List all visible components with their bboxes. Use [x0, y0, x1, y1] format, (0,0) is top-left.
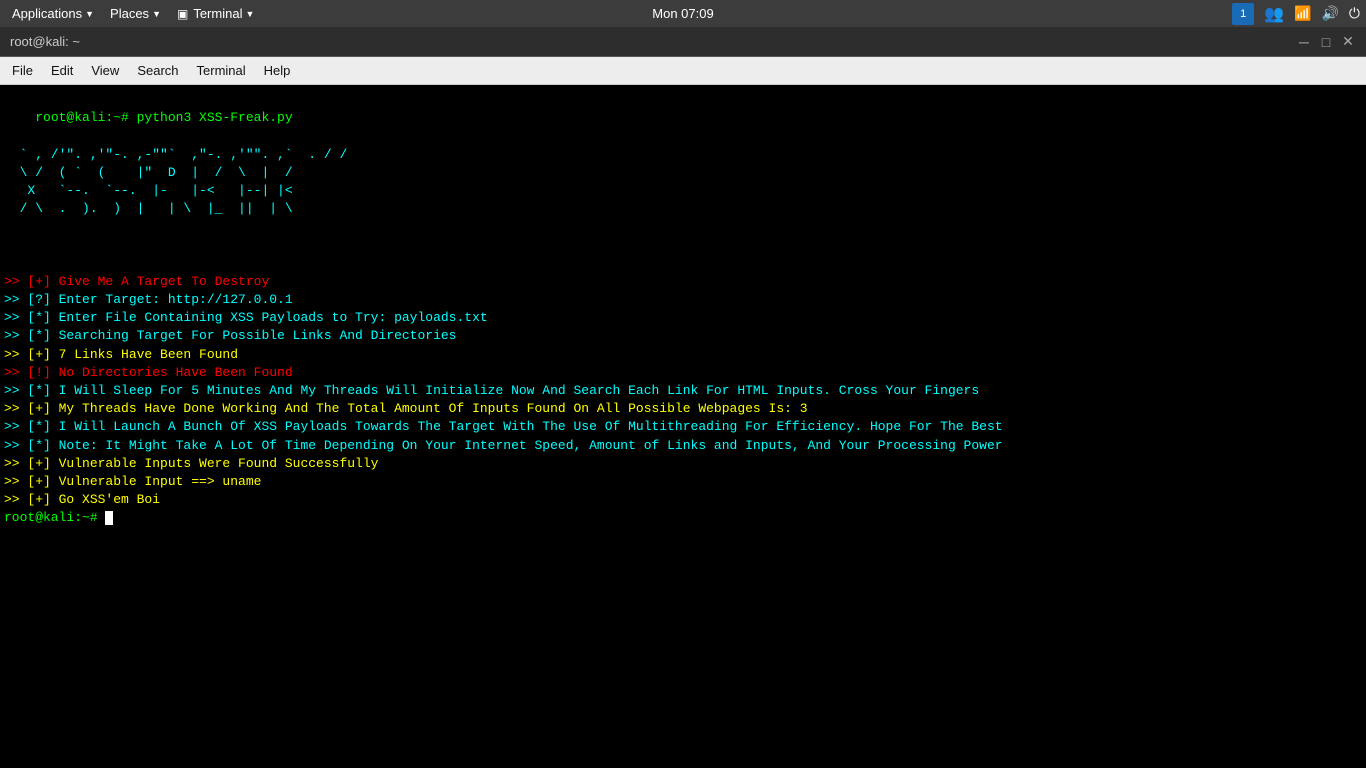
- terminal-cursor: [105, 511, 113, 525]
- output-line-8: >> [+] My Threads Have Done Working And …: [4, 401, 808, 416]
- power-icon: ⏻: [1349, 5, 1360, 22]
- output-line-3: >> [*] Enter File Containing XSS Payload…: [4, 310, 488, 325]
- applications-label: Applications: [12, 6, 82, 21]
- taskbar-right: 1 👥 📶 🔊 ⏻: [1232, 3, 1360, 25]
- menubar: File Edit View Search Terminal Help: [0, 57, 1366, 85]
- menu-terminal[interactable]: Terminal: [189, 60, 254, 81]
- taskbar: Applications ▼ Places ▼ ▣ Terminal ▼ Mon…: [0, 0, 1366, 27]
- window-titlebar: root@kali: ~ ─ □ ✕: [0, 27, 1366, 57]
- terminal-body[interactable]: root@kali:~# python3 XSS-Freak.py ` , /'…: [0, 85, 1366, 768]
- final-prompt: root@kali:~#: [4, 510, 105, 525]
- output-line-10: >> [*] Note: It Might Take A Lot Of Time…: [4, 438, 1003, 453]
- output-line-12: >> [+] Vulnerable Input ==> uname: [4, 474, 261, 489]
- users-icon: 👥: [1264, 4, 1284, 24]
- menu-view[interactable]: View: [83, 60, 127, 81]
- terminal-icon: ▣: [177, 7, 188, 21]
- window-title: root@kali: ~: [10, 34, 80, 49]
- applications-arrow: ▼: [85, 9, 94, 19]
- output-line-7: >> [*] I Will Sleep For 5 Minutes And My…: [4, 383, 979, 398]
- window-controls: ─ □ ✕: [1296, 34, 1356, 50]
- terminal-arrow: ▼: [245, 9, 254, 19]
- output-line-1: >> [+] Give Me A Target To Destroy: [4, 274, 269, 289]
- output-line-13: >> [+] Go XSS'em Boi: [4, 492, 160, 507]
- close-button[interactable]: ✕: [1340, 34, 1356, 50]
- taskbar-left: Applications ▼ Places ▼ ▣ Terminal ▼: [6, 4, 260, 23]
- terminal-window: root@kali: ~ ─ □ ✕ File Edit View Search…: [0, 27, 1366, 768]
- terminal-label: Terminal: [193, 6, 242, 21]
- maximize-button[interactable]: □: [1318, 34, 1334, 50]
- menu-help[interactable]: Help: [256, 60, 299, 81]
- menu-search[interactable]: Search: [129, 60, 186, 81]
- menu-edit[interactable]: Edit: [43, 60, 81, 81]
- ascii-art: ` , /'". ,'"-. ,-""` ,"-. ,'"". ,` . / /…: [4, 147, 347, 217]
- output-line-4: >> [*] Searching Target For Possible Lin…: [4, 328, 456, 343]
- output-line-5: >> [+] 7 Links Have Been Found: [4, 347, 238, 362]
- applications-menu[interactable]: Applications ▼: [6, 4, 100, 23]
- menu-file[interactable]: File: [4, 60, 41, 81]
- output-line-9: >> [*] I Will Launch A Bunch Of XSS Payl…: [4, 419, 1003, 434]
- output-line-11: >> [+] Vulnerable Inputs Were Found Succ…: [4, 456, 378, 471]
- output-line-6: >> [!] No Directories Have Been Found: [4, 365, 293, 380]
- volume-icon: 🔊: [1321, 5, 1338, 22]
- places-label: Places: [110, 6, 149, 21]
- wifi-icon: 📶: [1294, 5, 1311, 22]
- command-line: root@kali:~# python3 XSS-Freak.py: [35, 110, 292, 125]
- places-arrow: ▼: [152, 9, 161, 19]
- taskbar-datetime: Mon 07:09: [652, 6, 713, 21]
- terminal-menu[interactable]: ▣ Terminal ▼: [171, 4, 260, 23]
- places-menu[interactable]: Places ▼: [104, 4, 167, 23]
- minimize-button[interactable]: ─: [1296, 34, 1312, 50]
- workspace-indicator[interactable]: 1: [1232, 3, 1254, 25]
- output-line-2: >> [?] Enter Target: http://127.0.0.1: [4, 292, 293, 307]
